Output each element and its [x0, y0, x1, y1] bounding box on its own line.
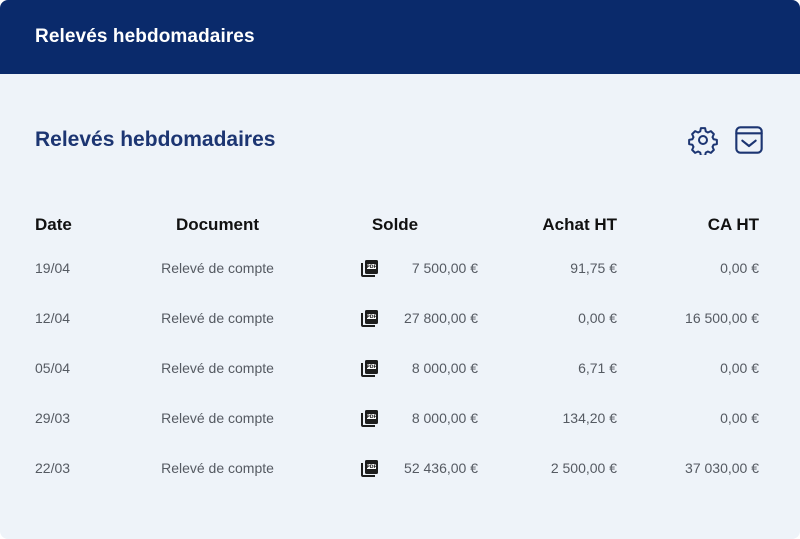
pdf-icon[interactable]: PDF [360, 408, 380, 428]
cell-achat-ht: 134,20 € [562, 410, 618, 426]
cell-achat-ht: 91,75 € [570, 260, 617, 276]
cell-solde: PDF 8 000,00 € [310, 393, 480, 443]
statements-table: Date Document Solde Achat HT CA HT 19/04… [35, 207, 759, 493]
cell-date: 05/04 [35, 360, 71, 376]
pdf-icon[interactable]: PDF [360, 458, 380, 478]
cell-date: 19/04 [35, 260, 71, 276]
section-actions [687, 124, 765, 156]
svg-text:PDF: PDF [366, 314, 376, 320]
cell-document[interactable]: Relevé de compte [125, 443, 310, 493]
cell-document[interactable]: Relevé de compte [125, 343, 310, 393]
card-header-title: Relevés hebdomadaires [35, 26, 255, 47]
cell-achat-ht: 6,71 € [578, 360, 617, 376]
section-header: Relevés hebdomadaires [35, 118, 765, 162]
column-header-date[interactable]: Date [35, 207, 125, 243]
table-row: 22/03 Relevé de compte PDF 52 436,00 € 2… [35, 443, 759, 493]
pdf-icon[interactable]: PDF [360, 308, 380, 328]
cell-achat-ht: 0,00 € [578, 310, 617, 326]
cell-document[interactable]: Relevé de compte [125, 243, 310, 293]
column-header-ca-ht[interactable]: CA HT [617, 207, 759, 243]
cell-solde-value: 8 000,00 € [411, 410, 478, 426]
column-header-document[interactable]: Document [125, 207, 310, 243]
statements-card: Relevés hebdomadaires Relevés hebdomadai… [0, 0, 800, 539]
svg-text:PDF: PDF [366, 264, 376, 270]
section-title: Relevés hebdomadaires [35, 128, 276, 151]
download-button[interactable] [733, 124, 765, 156]
pdf-icon[interactable]: PDF [360, 258, 380, 278]
cell-solde: PDF 7 500,00 € [310, 243, 480, 293]
cell-solde-value: 7 500,00 € [411, 260, 478, 276]
cell-document[interactable]: Relevé de compte [125, 393, 310, 443]
table-row: 29/03 Relevé de compte PDF 8 000,00 € 13… [35, 393, 759, 443]
download-box-icon [735, 126, 763, 154]
table-header-row: Date Document Solde Achat HT CA HT [35, 207, 759, 243]
cell-achat-ht: 2 500,00 € [550, 460, 617, 476]
cell-date: 22/03 [35, 460, 71, 476]
cell-ca-ht: 37 030,00 € [685, 460, 759, 476]
cell-solde-value: 27 800,00 € [404, 310, 478, 326]
column-header-achat-ht[interactable]: Achat HT [480, 207, 617, 243]
table-row: 05/04 Relevé de compte PDF 8 000,00 € 6,… [35, 343, 759, 393]
cell-solde: PDF 52 436,00 € [310, 443, 480, 493]
svg-text:PDF: PDF [366, 414, 376, 420]
cell-ca-ht: 0,00 € [720, 410, 759, 426]
cell-solde-value: 52 436,00 € [404, 460, 478, 476]
gear-icon [688, 127, 718, 155]
cell-solde: PDF 27 800,00 € [310, 293, 480, 343]
table-row: 19/04 Relevé de compte PDF 7 500,00 € 91… [35, 243, 759, 293]
svg-text:PDF: PDF [366, 464, 376, 470]
pdf-icon[interactable]: PDF [360, 358, 380, 378]
cell-ca-ht: 16 500,00 € [685, 310, 759, 326]
column-header-solde[interactable]: Solde [310, 207, 480, 243]
table-row: 12/04 Relevé de compte PDF 27 800,00 € 0… [35, 293, 759, 343]
cell-ca-ht: 0,00 € [720, 260, 759, 276]
cell-date: 12/04 [35, 310, 71, 326]
cell-ca-ht: 0,00 € [720, 360, 759, 376]
card-header: Relevés hebdomadaires [0, 0, 800, 74]
svg-text:PDF: PDF [366, 364, 376, 370]
cell-date: 29/03 [35, 410, 71, 426]
settings-button[interactable] [687, 124, 719, 156]
cell-document[interactable]: Relevé de compte [125, 293, 310, 343]
cell-solde-value: 8 000,00 € [411, 360, 478, 376]
cell-solde: PDF 8 000,00 € [310, 343, 480, 393]
